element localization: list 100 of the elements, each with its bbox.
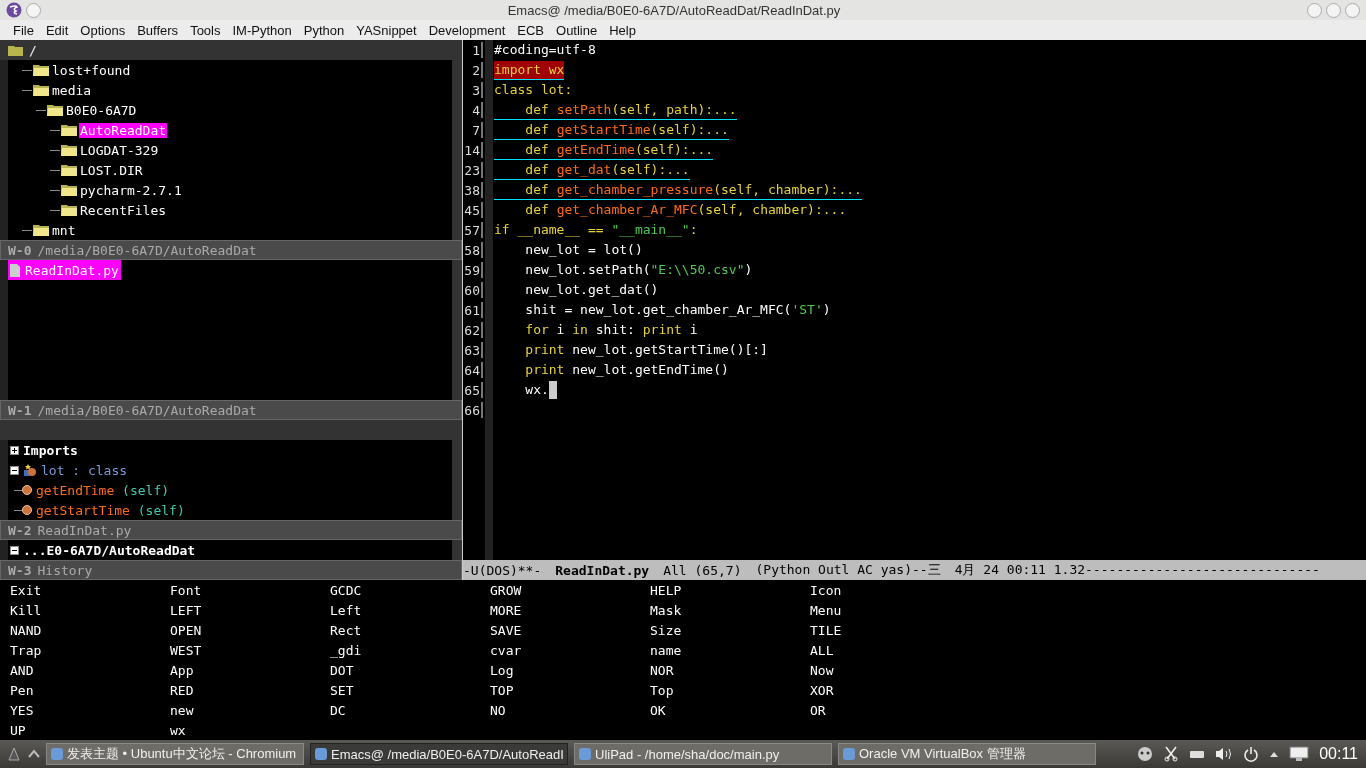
completion-item[interactable]: GCDC <box>330 582 490 598</box>
code-line: class lot: <box>494 81 573 99</box>
line-number: 64 <box>463 362 480 378</box>
expand-toggle[interactable] <box>10 445 19 455</box>
expand-toggle[interactable] <box>10 465 19 475</box>
completion-item[interactable]: UP <box>10 722 170 738</box>
taskbar-window-button[interactable]: Emacs@ /media/B0E0-6A7D/AutoReadI <box>310 743 568 765</box>
directory-item[interactable]: RecentFiles <box>79 202 168 218</box>
code-line: print new_lot.getEndTime() <box>524 361 729 379</box>
completion-item[interactable]: Now <box>810 662 970 678</box>
completion-item[interactable]: Trap <box>10 642 170 658</box>
completion-item[interactable]: MORE <box>490 602 650 618</box>
folder-icon <box>33 64 49 76</box>
completion-item[interactable]: Top <box>650 682 810 698</box>
window-path: ReadInDat.py <box>37 522 132 538</box>
menubar-entry[interactable]: Tools <box>185 22 228 38</box>
scissors-icon[interactable] <box>1163 746 1180 762</box>
taskbar-window-button[interactable]: UliPad - /home/sha/doc/main.py <box>574 743 832 765</box>
menubar-entry[interactable]: Python <box>298 22 352 38</box>
menubar-entry[interactable]: Options <box>75 22 133 38</box>
completion-item[interactable]: NO <box>490 702 650 718</box>
network-icon[interactable] <box>1137 746 1154 762</box>
completion-item[interactable]: YES <box>10 702 170 718</box>
completion-item[interactable]: Size <box>650 622 810 638</box>
menubar-entry[interactable]: Edit <box>40 22 76 38</box>
app-menu-icon[interactable] <box>6 746 22 762</box>
tag-tree-node[interactable]: lot : class <box>41 462 128 478</box>
completion-item[interactable]: OR <box>810 702 970 718</box>
window-tag: W-2 <box>8 522 32 538</box>
line-number: 65 <box>463 382 480 398</box>
method-item[interactable]: getStartTime (self) <box>36 502 185 518</box>
line-number: 59 <box>463 262 480 278</box>
menubar-entry[interactable]: Buffers <box>132 22 186 38</box>
completion-item[interactable]: Left <box>330 602 490 618</box>
folder-icon <box>61 124 77 136</box>
directory-item[interactable]: lost+found <box>51 62 132 78</box>
code-line: def setPath(self, path):... <box>494 100 737 120</box>
method-item[interactable]: getEndTime (self) <box>36 482 170 498</box>
completion-item[interactable]: Pen <box>10 682 170 698</box>
directory-item[interactable]: B0E0-6A7D <box>65 102 138 118</box>
menubar-entry[interactable]: Outline <box>551 22 605 38</box>
menubar-entry[interactable]: Help <box>604 22 643 38</box>
menubar-entry[interactable]: File <box>8 22 41 38</box>
completion-item[interactable]: App <box>170 662 330 678</box>
menubar-entry[interactable]: YASnippet <box>351 22 424 38</box>
code-line: for i in shit: print i <box>524 321 698 339</box>
cursor-position: All (65,7) <box>663 562 742 578</box>
clock[interactable]: 00:11 <box>1319 745 1358 763</box>
code-line: def get_chamber_pressure(self, chamber):... <box>494 180 862 200</box>
completion-item[interactable]: NAND <box>10 622 170 638</box>
volume-icon[interactable] <box>1215 746 1234 762</box>
root-label[interactable]: / <box>29 42 37 58</box>
completion-item[interactable]: Log <box>490 662 650 678</box>
completion-item[interactable]: Menu <box>810 602 970 618</box>
completion-item[interactable]: WEST <box>170 642 330 658</box>
directory-item[interactable]: LOGDAT-329 <box>79 142 160 158</box>
completion-item[interactable]: Icon <box>810 582 970 598</box>
code-line: wx. <box>524 381 549 399</box>
completion-item[interactable]: XOR <box>810 682 970 698</box>
completion-item[interactable]: OPEN <box>170 622 330 638</box>
taskbar-window-button[interactable]: 发表主题 • Ubuntu中文论坛 - Chromium <box>46 743 304 765</box>
completion-item[interactable]: OK <box>650 702 810 718</box>
completion-item[interactable]: Font <box>170 582 330 598</box>
completion-item[interactable]: _gdi <box>330 642 490 658</box>
monitor-icon[interactable] <box>1289 746 1310 762</box>
power-icon[interactable] <box>1243 746 1260 762</box>
expand-toggle[interactable] <box>10 545 19 555</box>
completion-item[interactable]: Exit <box>10 582 170 598</box>
completion-item[interactable]: DC <box>330 702 490 718</box>
menubar-entry[interactable]: Development <box>423 22 513 38</box>
completion-item[interactable]: new <box>170 702 330 718</box>
completion-item[interactable]: wx <box>170 722 330 738</box>
tag-tree-node[interactable]: Imports <box>23 442 78 458</box>
completion-item[interactable]: SET <box>330 682 490 698</box>
completion-item[interactable]: SAVE <box>490 622 650 638</box>
completion-item[interactable]: HELP <box>650 582 810 598</box>
completion-item[interactable]: LEFT <box>170 602 330 618</box>
completion-item[interactable]: cvar <box>490 642 650 658</box>
directory-item[interactable]: pycharm-2.7.1 <box>79 182 183 198</box>
completion-item[interactable]: TILE <box>810 622 970 638</box>
completion-item[interactable]: Rect <box>330 622 490 638</box>
directory-item[interactable]: mnt <box>51 222 77 238</box>
completion-item[interactable]: name <box>650 642 810 658</box>
line-number: 4 <box>471 102 480 118</box>
completion-item[interactable]: TOP <box>490 682 650 698</box>
completion-item[interactable]: Mask <box>650 602 810 618</box>
completion-item[interactable]: GROW <box>490 582 650 598</box>
menubar-entry[interactable]: ECB <box>512 22 552 38</box>
completion-item[interactable]: NOR <box>650 662 810 678</box>
code-line: #coding=utf-8 <box>494 41 596 59</box>
completion-item[interactable]: RED <box>170 682 330 698</box>
menubar-entry[interactable]: IM-Python <box>227 22 299 38</box>
completion-item[interactable]: DOT <box>330 662 490 678</box>
completion-item[interactable]: AND <box>10 662 170 678</box>
completion-item[interactable]: ALL <box>810 642 970 658</box>
directory-item[interactable]: LOST.DIR <box>79 162 144 178</box>
directory-item[interactable]: media <box>51 82 93 98</box>
taskbar-window-button[interactable]: Oracle VM VirtualBox 管理器 <box>838 743 1096 765</box>
window-tag: W-1 <box>8 402 32 418</box>
completion-item[interactable]: Kill <box>10 602 170 618</box>
